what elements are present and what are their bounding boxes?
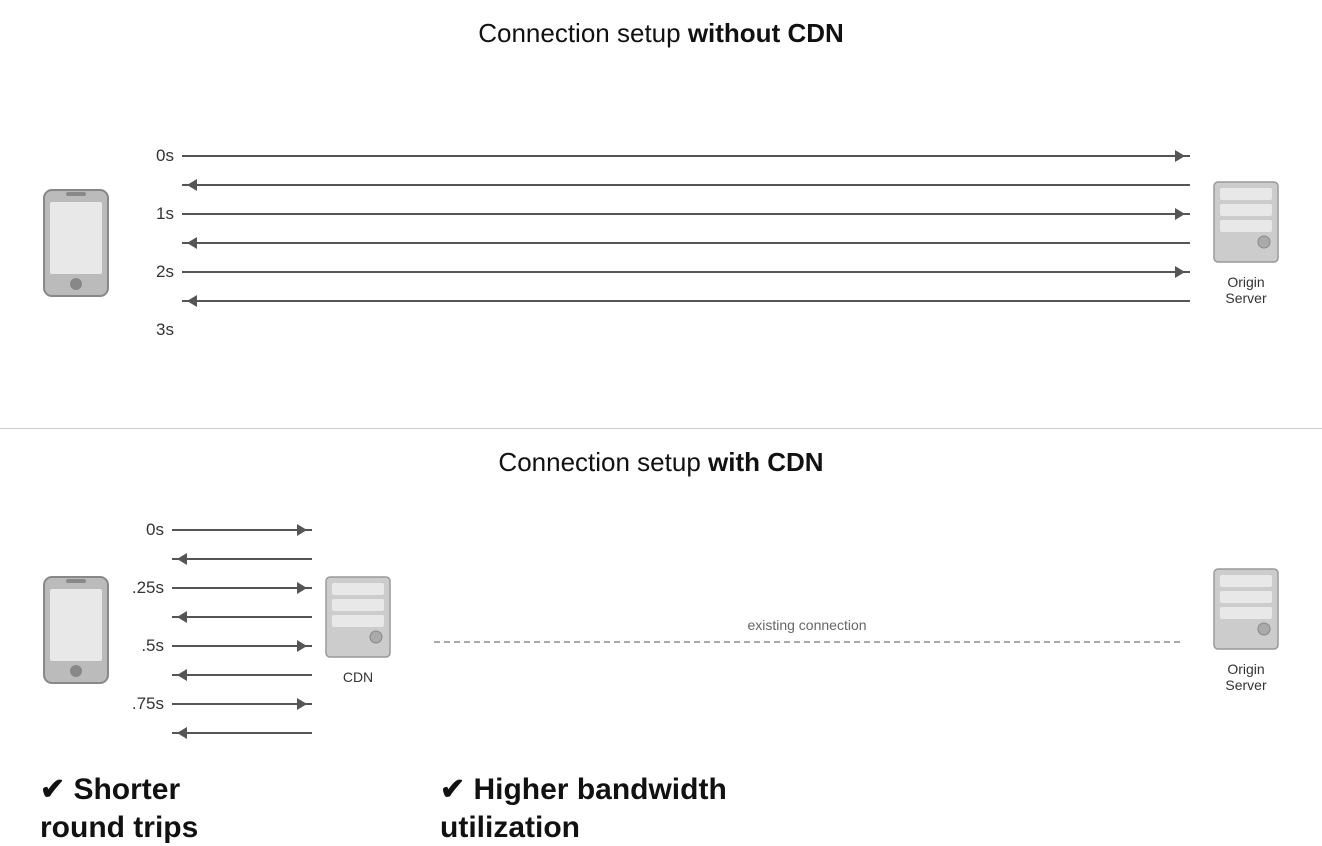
origin-server-bottom-label: OriginServer: [1225, 661, 1266, 693]
cdn-arrow-left-1: [172, 552, 312, 566]
cdn-label: CDN: [343, 669, 373, 685]
bottom-diagram: 0s .25s: [0, 498, 1322, 764]
time-row-1s-left: [132, 236, 1190, 250]
time-label-3s: 3s: [132, 320, 174, 340]
cdn-arrow-left-3: [172, 668, 312, 682]
cdn-arrow-right-2: [172, 581, 312, 595]
time-row-cdn-0s-left: [122, 552, 312, 566]
time-row-1s-right: 1s: [132, 204, 1190, 224]
cdn-arrow-right-4: [172, 697, 312, 711]
time-row-cdn-75s-left: [122, 726, 312, 740]
phone-icon: [40, 188, 112, 298]
existing-connection-label: existing connection: [747, 617, 866, 633]
top-title-normal: Connection setup: [478, 18, 688, 48]
time-row-cdn-0s: 0s: [122, 520, 312, 540]
time-row-2s-right: 2s: [132, 262, 1190, 282]
origin-server-bottom: OriginServer: [1210, 567, 1282, 693]
cdn-time-5s: .5s: [122, 636, 164, 656]
bottom-section: Connection setup with CDN 0s: [0, 429, 1322, 846]
time-row-0s-right: 0s: [132, 146, 1190, 166]
dotted-connection-line: [434, 641, 1180, 643]
bottom-title: Connection setup with CDN: [498, 447, 823, 478]
bottom-title-normal: Connection setup: [498, 447, 708, 477]
existing-connection-area: existing connection: [404, 617, 1210, 643]
cdn-arrow-left-4: [172, 726, 312, 740]
arrow-left-3: [182, 294, 1190, 308]
top-title-bold: without CDN: [688, 18, 844, 48]
time-row-cdn-25s: .25s: [122, 578, 312, 598]
time-row-3s: 3s: [132, 320, 1190, 340]
top-timeline: 0s 1s: [112, 140, 1210, 346]
arrow-left-1: [182, 178, 1190, 192]
time-row-cdn-25s-left: [122, 610, 312, 624]
top-section: Connection setup without CDN 0s: [0, 0, 1322, 429]
cdn-arrow-right-1: [172, 523, 312, 537]
time-row-cdn-75s: .75s: [122, 694, 312, 714]
origin-server-top: OriginServer: [1210, 180, 1282, 306]
arrow-left-2: [182, 236, 1190, 250]
time-label-2s: 2s: [132, 262, 174, 282]
bottom-benefit-labels: ✔ Shorterround trips ✔ Higher bandwidthu…: [0, 771, 1322, 846]
time-row-0s-left: [132, 178, 1190, 192]
cdn-arrow-right-3: [172, 639, 312, 653]
cdn-arrow-left-2: [172, 610, 312, 624]
time-row-cdn-5s: .5s: [122, 636, 312, 656]
time-label-0s: 0s: [132, 146, 174, 166]
origin-server-top-label: OriginServer: [1225, 274, 1266, 306]
arrow-placeholder: [182, 323, 1190, 337]
cdn-time-75s: .75s: [122, 694, 164, 714]
phone-icon-bottom: [40, 575, 112, 685]
cdn-time-0s: 0s: [122, 520, 164, 540]
bottom-title-bold: with CDN: [708, 447, 824, 477]
time-label-1s: 1s: [132, 204, 174, 224]
time-row-2s-left: [132, 294, 1190, 308]
time-row-cdn-5s-left: [122, 668, 312, 682]
top-title: Connection setup without CDN: [478, 18, 844, 49]
top-diagram: 0s 1s: [0, 69, 1322, 418]
benefit-higher-bandwidth: ✔ Higher bandwidthutilization: [420, 771, 1282, 846]
arrow-right-1: [182, 149, 1190, 163]
arrow-right-2: [182, 207, 1190, 221]
bottom-short-timeline: 0s .25s: [112, 514, 312, 746]
benefit-shorter-trips: ✔ Shorterround trips: [40, 771, 420, 846]
arrow-right-3: [182, 265, 1190, 279]
cdn-time-25s: .25s: [122, 578, 164, 598]
cdn-server: CDN: [322, 575, 394, 685]
